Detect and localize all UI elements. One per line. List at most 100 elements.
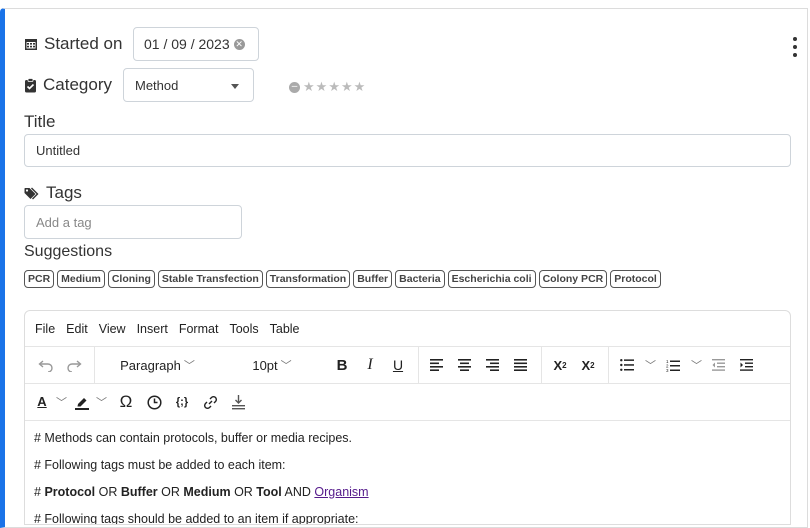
suggestion-chips: PCR Medium Cloning Stable Transfection T…: [24, 270, 661, 288]
add-tag-input[interactable]: Add a tag: [24, 205, 242, 239]
clipboard-check-icon: [25, 77, 36, 92]
svg-text:3: 3: [666, 368, 669, 372]
block-format-select[interactable]: Paragraph ﹀: [100, 351, 215, 379]
or-text: OR: [95, 485, 121, 499]
started-on-text: Started on: [44, 34, 123, 53]
category-text: Category: [43, 75, 112, 94]
underline-icon[interactable]: U: [385, 351, 411, 379]
chevron-down-icon: ﹀: [183, 360, 195, 372]
suggestion-chip[interactable]: Stable Transfection: [157, 270, 263, 288]
clock-icon[interactable]: [141, 388, 167, 416]
calendar-icon: [25, 39, 37, 50]
date-value: 01 / 09 / 2023: [144, 36, 230, 52]
content-line: # Methods can contain protocols, buffer …: [34, 431, 352, 445]
special-character-icon[interactable]: Ω: [113, 388, 139, 416]
title-input[interactable]: Untitled: [24, 134, 791, 167]
star-icon[interactable]: ★: [341, 79, 353, 95]
link-icon[interactable]: [197, 388, 223, 416]
toolbar-separator: [541, 346, 542, 384]
toolbar-separator: [608, 346, 609, 384]
menu-table[interactable]: Table: [270, 322, 300, 336]
or-text: OR: [230, 485, 257, 499]
toolbar-separator: [418, 346, 419, 384]
indent-icon[interactable]: [734, 351, 760, 379]
tag-protocol: Protocol: [44, 485, 96, 499]
tags-icon: [24, 187, 39, 199]
bullet-list-icon[interactable]: [614, 351, 640, 379]
bold-icon[interactable]: B: [329, 351, 355, 379]
caret-down-icon: [231, 84, 239, 89]
add-tag-placeholder: Add a tag: [36, 214, 92, 230]
and-text: AND: [281, 485, 315, 499]
menu-edit[interactable]: Edit: [66, 322, 88, 336]
category-select[interactable]: Method: [123, 68, 254, 102]
editor-menubar: File Edit View Insert Format Tools Table: [25, 311, 790, 346]
block-format-value: Paragraph: [120, 357, 181, 373]
category-label: Category: [24, 75, 112, 95]
tag-tool: Tool: [256, 485, 282, 499]
menu-file[interactable]: File: [35, 322, 55, 336]
menu-tools[interactable]: Tools: [229, 322, 258, 336]
chevron-down-icon[interactable]: ﹀: [56, 394, 67, 410]
outdent-icon[interactable]: [706, 351, 732, 379]
menu-view[interactable]: View: [99, 322, 126, 336]
more-options-icon[interactable]: [790, 37, 800, 57]
suggestion-chip[interactable]: Buffer: [353, 270, 393, 288]
star-rating[interactable]: – ★ ★ ★ ★ ★: [289, 79, 365, 95]
code-sample-icon[interactable]: {;}: [169, 388, 195, 416]
category-selected: Method: [135, 77, 179, 93]
tags-text: Tags: [46, 183, 82, 202]
suggestion-chip[interactable]: Colony PCR: [538, 270, 608, 288]
editor-toolbar-row-1: Paragraph ﹀ 10pt ﹀ B I U X2 X2 ﹀ 1 2 3 ﹀: [25, 346, 790, 384]
suggestion-chip[interactable]: PCR: [24, 270, 55, 288]
menu-insert[interactable]: Insert: [137, 322, 168, 336]
star-icon[interactable]: ★: [328, 79, 340, 95]
suggestions-label: Suggestions: [24, 243, 113, 260]
tag-buffer: Buffer: [120, 485, 158, 499]
tag-medium: Medium: [183, 485, 231, 499]
content-line: # Following tags must be added to each i…: [34, 458, 286, 472]
align-justify-icon[interactable]: [508, 351, 534, 379]
numbered-list-icon[interactable]: 123: [660, 351, 686, 379]
chevron-down-icon[interactable]: ﹀: [96, 394, 107, 410]
chevron-down-icon[interactable]: ﹀: [691, 357, 702, 373]
chevron-down-icon[interactable]: ﹀: [645, 357, 656, 373]
align-left-icon[interactable]: [424, 351, 450, 379]
font-size-select[interactable]: 10pt ﹀: [217, 351, 327, 379]
started-on-date-input[interactable]: 01 / 09 / 2023 ✕: [133, 27, 259, 61]
content-line: # Protocol OR Buffer OR Medium OR Tool A…: [34, 483, 790, 501]
highlight-color-icon[interactable]: [73, 388, 91, 416]
undo-icon[interactable]: [33, 351, 59, 379]
clear-rating-icon[interactable]: –: [289, 81, 300, 93]
font-size-value: 10pt: [252, 357, 278, 373]
star-icon[interactable]: ★: [354, 79, 366, 95]
title-label: Title: [24, 112, 56, 131]
suggestion-chip[interactable]: Bacteria: [395, 270, 445, 288]
text-color-icon[interactable]: A: [33, 388, 51, 416]
star-icon[interactable]: ★: [303, 79, 315, 95]
tags-label: Tags: [24, 183, 82, 203]
editor-content[interactable]: # Methods can contain protocols, buffer …: [25, 420, 790, 524]
download-icon[interactable]: [225, 388, 251, 416]
title-value: Untitled: [36, 143, 81, 158]
suggestion-chip[interactable]: Cloning: [107, 270, 155, 288]
align-right-icon[interactable]: [480, 351, 506, 379]
organism-link[interactable]: Organism: [314, 485, 368, 499]
suggestion-chip[interactable]: Protocol: [610, 270, 661, 288]
toolbar-separator: [94, 346, 95, 384]
subscript-icon[interactable]: X2: [575, 351, 601, 379]
align-center-icon[interactable]: [452, 351, 478, 379]
italic-icon[interactable]: I: [357, 351, 383, 379]
or-text: OR: [157, 485, 184, 499]
superscript-icon[interactable]: X2: [547, 351, 573, 379]
menu-format[interactable]: Format: [179, 322, 219, 336]
clear-date-icon[interactable]: ✕: [233, 38, 245, 50]
line-prefix: #: [34, 485, 45, 499]
started-on-label: Started on: [24, 34, 122, 54]
suggestion-chip[interactable]: Escherichia coli: [447, 270, 536, 288]
suggestion-chip[interactable]: Medium: [57, 270, 105, 288]
editor-toolbar-row-2: A ﹀ ﹀ Ω {;}: [25, 383, 790, 420]
redo-icon[interactable]: [61, 351, 87, 379]
suggestion-chip[interactable]: Transformation: [265, 270, 351, 288]
star-icon[interactable]: ★: [316, 79, 328, 95]
